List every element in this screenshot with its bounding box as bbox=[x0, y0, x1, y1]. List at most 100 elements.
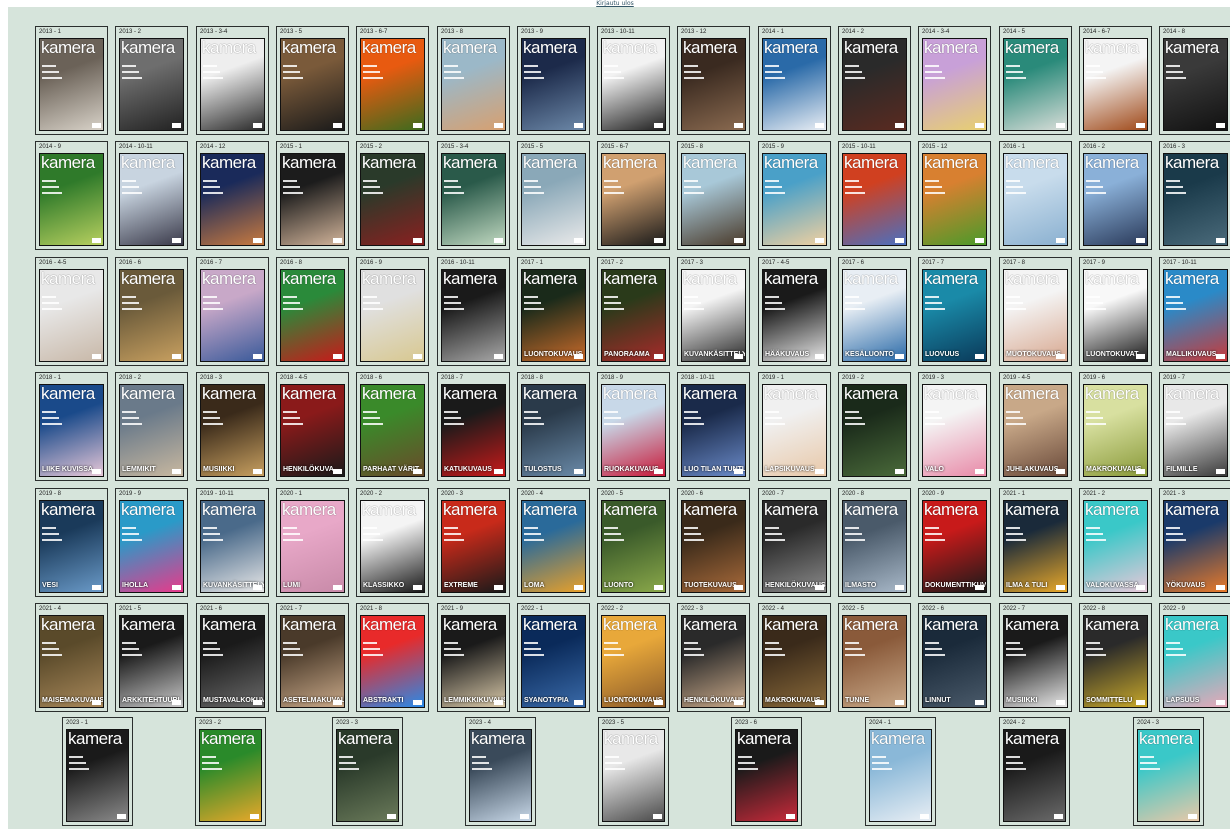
cover-image[interactable]: kamera LIIKE KUVISSA bbox=[39, 384, 104, 477]
cover-image[interactable]: kamera bbox=[1003, 38, 1068, 131]
cover-image[interactable]: kamera KATUKUVAUS bbox=[441, 384, 506, 477]
cover-image[interactable]: kamera bbox=[681, 153, 746, 246]
magazine-issue-card[interactable]: 2016 - 4-5 kamera bbox=[35, 257, 108, 366]
cover-image[interactable]: kamera ASETELMAKUVAUS bbox=[280, 615, 345, 708]
magazine-issue-card[interactable]: 2019 - 4-5 kamera JUHLAKUVAUS bbox=[999, 372, 1072, 481]
magazine-issue-card[interactable]: 2019 - 1 kamera LAPSIKUVAUS bbox=[758, 372, 831, 481]
cover-image[interactable]: kamera bbox=[601, 38, 666, 131]
cover-image[interactable]: kamera bbox=[735, 729, 798, 822]
magazine-issue-card[interactable]: 2017 - 9 kamera LUONTOKUVAT bbox=[1079, 257, 1152, 366]
cover-image[interactable]: kamera ARKKITEHTUURI bbox=[119, 615, 184, 708]
cover-image[interactable]: kamera LUOVUUS bbox=[922, 269, 987, 362]
magazine-issue-card[interactable]: 2021 - 2 kamera VALOKUVASSA bbox=[1079, 488, 1152, 597]
magazine-issue-card[interactable]: 2019 - 6 kamera MAKROKUVAUS bbox=[1079, 372, 1152, 481]
magazine-issue-card[interactable]: 2022 - 2 kamera LUONTOKUVAUS bbox=[597, 603, 670, 712]
cover-image[interactable]: kamera bbox=[199, 729, 262, 822]
magazine-issue-card[interactable]: 2013 - 8 kamera bbox=[437, 26, 510, 135]
magazine-issue-card[interactable]: 2015 - 8 kamera bbox=[677, 141, 750, 250]
magazine-issue-card[interactable]: 2022 - 7 kamera MUSIIKKI bbox=[999, 603, 1072, 712]
cover-image[interactable]: kamera JUHLAKUVAUS bbox=[1003, 384, 1068, 477]
magazine-issue-card[interactable]: 2021 - 4 kamera MAISEMAKUVAUS bbox=[35, 603, 108, 712]
cover-image[interactable]: kamera bbox=[441, 269, 506, 362]
cover-image[interactable]: kamera LEMMIKKIKUVAUS bbox=[441, 615, 506, 708]
magazine-issue-card[interactable]: 2024 - 3 kamera bbox=[1133, 717, 1204, 826]
magazine-issue-card[interactable]: 2016 - 3 kamera bbox=[1159, 141, 1230, 250]
cover-image[interactable]: kamera bbox=[280, 269, 345, 362]
logout-link[interactable]: Kirjautu ulos bbox=[0, 0, 1230, 8]
cover-image[interactable]: kamera bbox=[66, 729, 129, 822]
magazine-issue-card[interactable]: 2018 - 8 kamera TULOSTUS bbox=[517, 372, 590, 481]
magazine-issue-card[interactable]: 2021 - 8 kamera ABSTRAKTI bbox=[356, 603, 429, 712]
cover-image[interactable]: kamera bbox=[360, 153, 425, 246]
cover-image[interactable]: kamera ABSTRAKTI bbox=[360, 615, 425, 708]
magazine-issue-card[interactable]: 2023 - 3 kamera bbox=[332, 717, 403, 826]
cover-image[interactable]: kamera bbox=[280, 38, 345, 131]
cover-image[interactable]: kamera LUONTOKUVAUS bbox=[521, 269, 586, 362]
magazine-issue-card[interactable]: 2019 - 9 kamera IHOLLA bbox=[115, 488, 188, 597]
cover-image[interactable]: kamera bbox=[119, 153, 184, 246]
cover-image[interactable]: kamera bbox=[681, 38, 746, 131]
magazine-issue-card[interactable]: 2013 - 10-11 kamera bbox=[597, 26, 670, 135]
cover-image[interactable]: kamera bbox=[1137, 729, 1200, 822]
magazine-issue-card[interactable]: 2021 - 6 kameraMUSTAVALKOKUVAUS bbox=[196, 603, 269, 712]
magazine-issue-card[interactable]: 2018 - 4-5 kamera HENKILÖKUVA bbox=[276, 372, 349, 481]
magazine-issue-card[interactable]: 2022 - 5 kamera TUNNE bbox=[838, 603, 911, 712]
cover-image[interactable]: kamera bbox=[1163, 153, 1228, 246]
magazine-issue-card[interactable]: 2016 - 9 kamera bbox=[356, 257, 429, 366]
magazine-issue-card[interactable]: 2023 - 6 kamera bbox=[731, 717, 802, 826]
magazine-issue-card[interactable]: 2018 - 3 kamera MUSIIKKI bbox=[196, 372, 269, 481]
magazine-issue-card[interactable]: 2014 - 9 kamera bbox=[35, 141, 108, 250]
magazine-issue-card[interactable]: 2014 - 10-11 kamera bbox=[115, 141, 188, 250]
cover-image[interactable]: kamera MAISEMAKUVAUS bbox=[39, 615, 104, 708]
cover-image[interactable]: kamera bbox=[521, 38, 586, 131]
magazine-issue-card[interactable]: 2019 - 8 kamera VESI bbox=[35, 488, 108, 597]
magazine-issue-card[interactable]: 2022 - 1 kamera SYANOTYPIA bbox=[517, 603, 590, 712]
cover-image[interactable]: kamera MUOTOKUVAUS bbox=[1003, 269, 1068, 362]
cover-image[interactable]: kamera PARHAAT VÄRIT bbox=[360, 384, 425, 477]
magazine-issue-card[interactable]: 2020 - 1 kamera LUMI bbox=[276, 488, 349, 597]
magazine-issue-card[interactable]: 2019 - 2 kamera bbox=[838, 372, 911, 481]
magazine-issue-card[interactable]: 2017 - 8 kamera MUOTOKUVAUS bbox=[999, 257, 1072, 366]
magazine-issue-card[interactable]: 2017 - 2 kamera PANORAAMA bbox=[597, 257, 670, 366]
magazine-issue-card[interactable]: 2022 - 3 kamera HENKILÖKUVAUS bbox=[677, 603, 750, 712]
magazine-issue-card[interactable]: 2020 - 4 kamera LOMA bbox=[517, 488, 590, 597]
magazine-issue-card[interactable]: 2016 - 10-11 kamera bbox=[437, 257, 510, 366]
magazine-issue-card[interactable]: 2023 - 5 kamera bbox=[598, 717, 669, 826]
cover-image[interactable]: kamera LAPSUUS bbox=[1163, 615, 1228, 708]
magazine-issue-card[interactable]: 2020 - 7 kamera HENKILÖKUVAUS bbox=[758, 488, 831, 597]
cover-image[interactable]: kamera KUVANKÄSITTELY bbox=[200, 500, 265, 593]
cover-image[interactable]: kamera SYANOTYPIA bbox=[521, 615, 586, 708]
cover-image[interactable]: kamera bbox=[602, 729, 665, 822]
cover-image[interactable]: kamera MAKROKUVAUS bbox=[1083, 384, 1148, 477]
cover-image[interactable]: kamera bbox=[119, 269, 184, 362]
cover-image[interactable]: kamera FILMILLE bbox=[1163, 384, 1228, 477]
cover-image[interactable]: kamera KUVANKÄSITTELY bbox=[681, 269, 746, 362]
magazine-issue-card[interactable]: 2021 - 5 kamera ARKKITEHTUURI bbox=[115, 603, 188, 712]
cover-image[interactable]: kamera bbox=[200, 269, 265, 362]
magazine-issue-card[interactable]: 2018 - 10-11 kamera LUO TILAN TUNTU bbox=[677, 372, 750, 481]
cover-image[interactable]: kamera KLASSIKKO bbox=[360, 500, 425, 593]
magazine-issue-card[interactable]: 2024 - 1 kamera bbox=[865, 717, 936, 826]
cover-image[interactable]: kamera bbox=[922, 153, 987, 246]
magazine-issue-card[interactable]: 2015 - 3-4 kamera bbox=[437, 141, 510, 250]
cover-image[interactable]: kamera LEMMIKIT bbox=[119, 384, 184, 477]
cover-image[interactable]: kamera HÄÄKUVAUS bbox=[762, 269, 827, 362]
magazine-issue-card[interactable]: 2014 - 3-4 kamera bbox=[918, 26, 991, 135]
magazine-issue-card[interactable]: 2020 - 9 kameraDOKUMENTTIKUVAUS bbox=[918, 488, 991, 597]
magazine-issue-card[interactable]: 2022 - 8 kamera SOMMITTELU bbox=[1079, 603, 1152, 712]
cover-image[interactable]: kamera bbox=[39, 269, 104, 362]
magazine-issue-card[interactable]: 2013 - 5 kamera bbox=[276, 26, 349, 135]
cover-image[interactable]: kamera bbox=[336, 729, 399, 822]
cover-image[interactable]: kamera bbox=[1003, 153, 1068, 246]
cover-image[interactable]: kamera bbox=[1083, 153, 1148, 246]
cover-image[interactable]: kamera bbox=[469, 729, 532, 822]
magazine-issue-card[interactable]: 2014 - 2 kamera bbox=[838, 26, 911, 135]
magazine-issue-card[interactable]: 2017 - 1 kamera LUONTOKUVAUS bbox=[517, 257, 590, 366]
cover-image[interactable]: kamera bbox=[1003, 729, 1066, 822]
cover-image[interactable]: kamera bbox=[842, 38, 907, 131]
magazine-issue-card[interactable]: 2019 - 7 kamera FILMILLE bbox=[1159, 372, 1230, 481]
cover-image[interactable]: kamera bbox=[39, 38, 104, 131]
cover-image[interactable]: kamera LUMI bbox=[280, 500, 345, 593]
cover-image[interactable]: kamera TUOTEKUVAUS bbox=[681, 500, 746, 593]
cover-image[interactable]: kamera MAKROKUVAUS bbox=[762, 615, 827, 708]
